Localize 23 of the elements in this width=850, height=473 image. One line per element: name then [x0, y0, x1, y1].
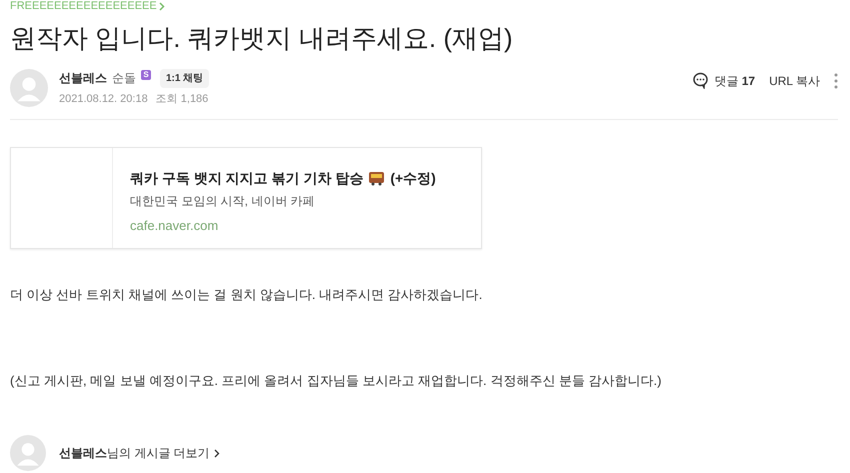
more-posts-link[interactable]: 선블레스님의 게시글 더보기	[59, 444, 220, 462]
avatar-icon	[10, 68, 48, 107]
body-text: 더 이상 선바 트위치 채널에 쓰이는 걸 원치 않습니다. 내려주시면 감사하겠습니다.	[10, 286, 484, 304]
link-title-suffix: (+수정)	[390, 169, 436, 188]
rank-badge: S	[141, 70, 151, 80]
train-icon	[368, 171, 386, 186]
author-name[interactable]: 선블레스	[59, 69, 107, 87]
chat-button[interactable]: 1:1 채팅	[160, 68, 210, 88]
link-title: 쿼카 구독 뱃지 지지고 볶기 기차 탑승	[130, 169, 364, 188]
post-title: 원작자 입니다. 쿼카뱃지 내려주세요. (재업)	[10, 22, 513, 54]
view-count: 조회 1,186	[156, 92, 208, 106]
speech-bubble-icon	[692, 72, 710, 90]
chevron-right-icon	[214, 448, 220, 458]
body-text: (신고 게시판, 메일 보낼 예정이구요. 프리에 올려서 집자님들 보시라고 재업합니다. 걱정해주신 분들 감사합니다.)	[10, 372, 662, 390]
comments-button[interactable]: 댓글 17	[692, 72, 756, 90]
chevron-right-icon	[158, 2, 165, 11]
link-card[interactable]: 쿼카 구독 뱃지 지지고 볶기 기차 탑승 (+수정) 대한민국 모임의 시작, 네이버 카페 cafe.naver.com	[10, 147, 482, 249]
more-icon[interactable]	[834, 72, 838, 89]
link-url: cafe.naver.com	[130, 217, 220, 235]
member-rank: 순돌	[112, 70, 136, 87]
link-description: 대한민국 모임의 시작, 네이버 카페	[130, 193, 316, 210]
copy-url-button[interactable]: URL 복사	[769, 72, 820, 90]
post-date: 2021.08.12. 20:18	[59, 92, 148, 106]
